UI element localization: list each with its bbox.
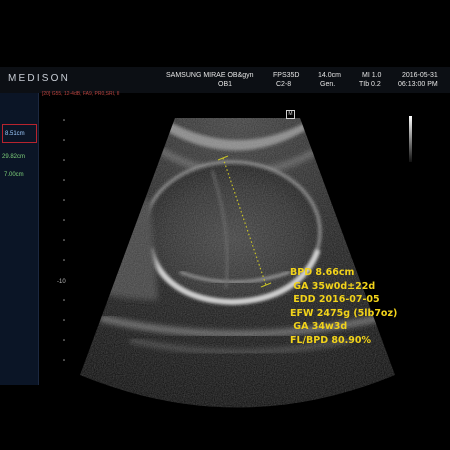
probe-readout: C2-8 (276, 81, 292, 88)
date-readout: 2016-05-31 (402, 72, 438, 79)
depth-readout: 14.0cm (318, 72, 341, 79)
imaging-parameters: [20] G55, 12-4dB, FA9, PR0,SRI, II (42, 91, 120, 97)
result-bpd: BPD 8.66cm (290, 267, 355, 278)
mode-readout: Gen. (320, 81, 336, 88)
result-fl-bpd: FL/BPD 80.90% (290, 334, 371, 346)
grayscale-bar (409, 116, 412, 162)
fps-readout: FPS35D (273, 72, 300, 79)
depth-marker: -10 (57, 279, 66, 285)
result-efw: EFW 2475g (5lb7oz) (290, 307, 398, 319)
mi-readout: MI 1.0 (362, 72, 382, 79)
measurement-results: BPD 8.66cm GA 35w0d±22d EDD 2016-07-05 E… (290, 266, 397, 347)
device-model: SAMSUNG MIRAE OB&gyn (166, 72, 254, 79)
tib-readout: TIb 0.2 (359, 81, 381, 88)
depth-scale (63, 119, 65, 361)
result-ga: GA 35w0d±22d (290, 280, 376, 292)
measurement-value[interactable]: 8.51cm (5, 131, 25, 137)
measurement-value[interactable]: 7.00cm (4, 172, 24, 178)
result-ga-efw: GA 34w3d (290, 321, 348, 332)
operator-label: OB1 (218, 81, 233, 88)
ultrasound-screen: MEDISON SAMSUNG MIRAE OB&gyn OB1 FPS35D … (0, 0, 450, 450)
result-edd: EDD 2016-07-05 (290, 294, 380, 305)
panel-divider (38, 93, 39, 385)
measurement-value[interactable]: 29.82cm (2, 154, 25, 160)
probe-orientation-marker: M (286, 110, 295, 119)
time-readout: 06:13:00 PM (398, 81, 438, 88)
brand-logo: MEDISON (8, 73, 71, 84)
